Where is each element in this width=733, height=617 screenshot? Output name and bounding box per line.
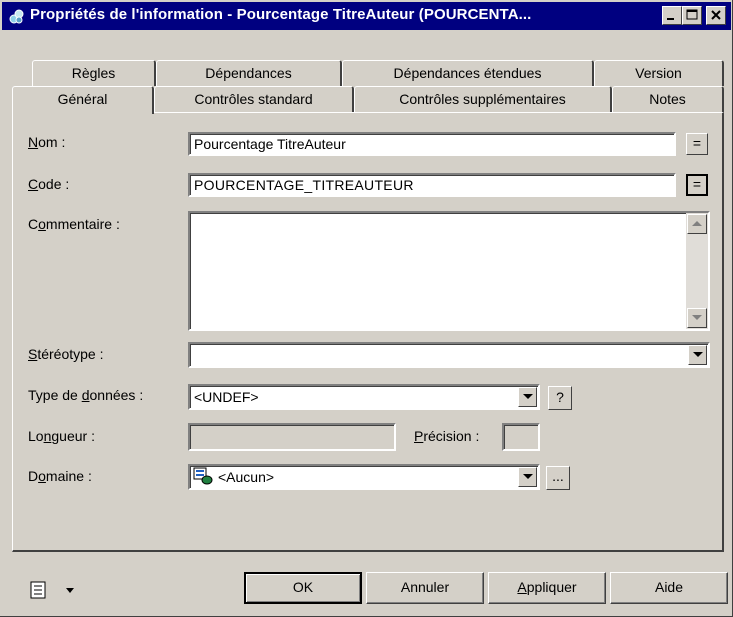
close-button[interactable] <box>706 6 726 25</box>
title-bar[interactable]: Propriétés de l'information - Pourcentag… <box>2 2 731 30</box>
nom-input[interactable]: Pourcentage TitreAuteur <box>188 132 676 156</box>
type-help-button[interactable]: ? <box>548 386 572 410</box>
stereotype-dropdown-button[interactable] <box>688 345 707 365</box>
tab-label: Dépendances <box>205 65 292 81</box>
cancel-button[interactable]: Annuler <box>366 572 484 604</box>
chevron-down-icon <box>693 352 703 357</box>
nom-name-code-button[interactable]: = <box>686 133 708 155</box>
apply-button[interactable]: Appliquer <box>488 572 606 604</box>
type-donnees-combobox[interactable]: <UNDEF> <box>188 384 540 410</box>
longueur-input[interactable] <box>188 423 396 451</box>
code-label: Code : <box>28 176 70 192</box>
precision-input[interactable] <box>502 423 540 451</box>
scroll-down-button[interactable] <box>687 308 707 328</box>
chevron-down-icon <box>523 474 533 479</box>
stereotype-label: Stéréotype : <box>28 346 104 362</box>
tab-label: Général <box>57 91 108 107</box>
properties-window: Propriétés de l'information - Pourcentag… <box>0 0 733 617</box>
domaine-combobox[interactable]: <Aucun> <box>188 464 540 490</box>
tab-label: Règles <box>71 65 116 81</box>
code-input[interactable]: POURCENTAGE_TITREAUTEUR <box>188 173 676 197</box>
tab-controles-standard[interactable]: Contrôles standard <box>154 86 354 112</box>
ok-button[interactable]: OK <box>244 572 362 604</box>
tab-controles-supplementaires[interactable]: Contrôles supplémentaires <box>354 86 612 112</box>
app-icon <box>9 9 24 24</box>
tab-general[interactable]: Général <box>12 86 154 114</box>
tab-version[interactable]: Version <box>594 60 724 86</box>
domaine-browse-button[interactable]: ... <box>546 466 570 490</box>
tab-regles[interactable]: Règles <box>32 60 156 86</box>
close-icon <box>711 10 721 20</box>
type-donnees-dropdown-button[interactable] <box>518 387 537 407</box>
maximize-button[interactable] <box>682 6 702 25</box>
scroll-up-button[interactable] <box>687 214 707 234</box>
minimize-button[interactable] <box>662 6 682 25</box>
menu-dropdown-button[interactable] <box>30 580 90 602</box>
arrow-up-icon <box>692 221 702 226</box>
longueur-label: Longueur : <box>28 428 95 444</box>
window-title: Propriétés de l'information - Pourcentag… <box>30 6 532 23</box>
maximize-icon <box>686 9 698 20</box>
precision-label: Précision : <box>414 428 480 444</box>
tab-dependances-etendues[interactable]: Dépendances étendues <box>342 60 594 86</box>
code-name-code-button[interactable]: = <box>686 174 708 196</box>
list-menu-icon <box>30 581 74 599</box>
tab-label: Notes <box>649 91 686 107</box>
help-button[interactable]: Aide <box>610 572 728 604</box>
commentaire-scrollbar[interactable] <box>686 213 708 329</box>
commentaire-label: Commentaire : <box>28 216 120 232</box>
commentaire-textarea[interactable] <box>188 211 710 331</box>
type-donnees-label: Type de données : <box>28 387 144 403</box>
tab-dependances[interactable]: Dépendances <box>156 60 342 86</box>
tab-label: Contrôles supplémentaires <box>399 91 566 107</box>
domaine-label: Domaine : <box>28 468 92 484</box>
tab-label: Version <box>635 65 682 81</box>
chevron-down-icon <box>523 394 533 399</box>
domaine-dropdown-button[interactable] <box>518 467 537 487</box>
domain-icon <box>193 467 213 485</box>
stereotype-combobox[interactable] <box>188 342 710 368</box>
nom-label: Nom : <box>28 134 66 150</box>
minimize-icon <box>667 18 674 20</box>
tab-notes[interactable]: Notes <box>612 86 724 112</box>
tab-label: Dépendances étendues <box>393 65 542 81</box>
tab-label: Contrôles standard <box>194 91 313 107</box>
arrow-down-icon <box>692 315 702 320</box>
